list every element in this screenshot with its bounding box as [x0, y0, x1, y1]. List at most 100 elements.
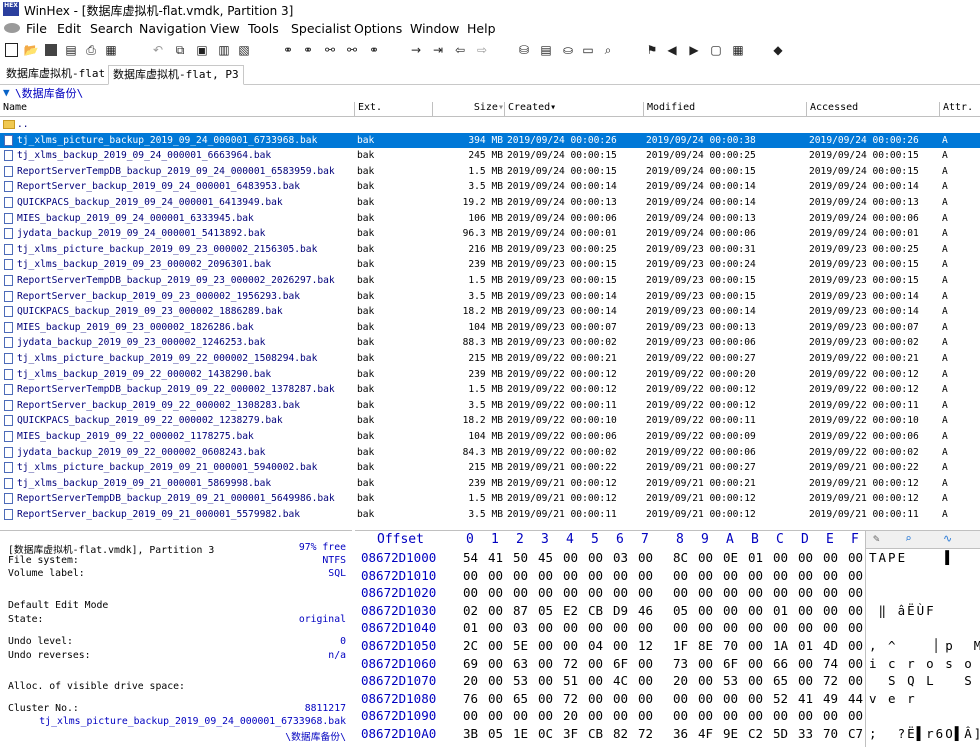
hex-byte[interactable]: 01	[798, 638, 813, 653]
file-row[interactable]: ReportServer_backup_2019_09_22_000002_13…	[0, 398, 980, 414]
search-pane-icon[interactable]: ⌕	[905, 532, 912, 545]
hex-byte[interactable]: 00	[488, 708, 503, 723]
column-name[interactable]: Name	[0, 102, 353, 116]
menu-tools[interactable]: Tools	[248, 21, 279, 36]
bookmark-icon[interactable]: ◆	[770, 42, 786, 58]
hex-byte[interactable]: 00	[748, 620, 763, 635]
menu-options[interactable]: Options	[354, 21, 402, 36]
find-hex-icon[interactable]: ⚭	[300, 42, 316, 58]
file-row[interactable]: tj_xlms_backup_2019_09_21_000001_5869998…	[0, 476, 980, 492]
replace-text-icon[interactable]: ⚯	[322, 42, 338, 58]
hex-byte[interactable]: 1F	[673, 638, 688, 653]
hex-byte[interactable]: 00	[748, 673, 763, 688]
hex-byte[interactable]: C2	[748, 726, 763, 741]
hex-byte[interactable]: 00	[848, 656, 863, 671]
system-menu-icon[interactable]	[4, 23, 20, 33]
hex-byte[interactable]: 4D	[823, 638, 838, 653]
hex-byte[interactable]: 00	[588, 656, 603, 671]
file-row[interactable]: tj_xlms_backup_2019_09_23_000002_2096301…	[0, 257, 980, 273]
goto-offset-icon[interactable]: →	[408, 42, 424, 58]
hex-byte[interactable]: 00	[563, 638, 578, 653]
hex-byte[interactable]: 00	[588, 691, 603, 706]
hex-byte[interactable]: 00	[488, 568, 503, 583]
copy-icon[interactable]: ⧉	[172, 42, 188, 58]
hex-ascii[interactable]: ‖ âËÙF	[869, 603, 936, 618]
hex-byte[interactable]: 00	[823, 568, 838, 583]
hex-byte[interactable]: 46	[638, 603, 653, 618]
tab-disk[interactable]: 数据库虚拟机-flat	[2, 65, 109, 83]
hex-byte[interactable]: 00	[538, 691, 553, 706]
hex-byte[interactable]: 50	[513, 550, 528, 565]
parent-directory-row[interactable]: ..	[0, 117, 980, 133]
hex-ascii[interactable]: i c r o s o f t	[869, 656, 980, 671]
hex-byte[interactable]: 05	[673, 603, 688, 618]
hex-byte[interactable]: 00	[613, 585, 628, 600]
hex-byte[interactable]: 00	[638, 691, 653, 706]
column-created[interactable]: Created▾	[504, 102, 644, 116]
new-file-icon[interactable]	[3, 42, 19, 58]
hex-byte[interactable]: 00	[748, 656, 763, 671]
menu-specialist[interactable]: Specialist	[291, 21, 351, 36]
table-icon[interactable]: ▦	[730, 42, 746, 58]
hex-byte[interactable]: 00	[638, 620, 653, 635]
hex-byte[interactable]: 52	[773, 691, 788, 706]
hex-byte[interactable]: 6F	[723, 656, 738, 671]
column-ext[interactable]: Ext.	[354, 102, 432, 116]
hex-byte[interactable]: 72	[563, 691, 578, 706]
hex-byte[interactable]: 00	[613, 620, 628, 635]
hex-byte[interactable]: 00	[538, 620, 553, 635]
disk-icon[interactable]: ⛀	[560, 42, 576, 58]
hex-byte[interactable]: 45	[538, 550, 553, 565]
hex-byte[interactable]: 00	[563, 568, 578, 583]
hex-byte[interactable]: 00	[613, 638, 628, 653]
menu-view[interactable]: View	[210, 21, 240, 36]
back-icon[interactable]: ⇦	[452, 42, 468, 58]
hex-byte[interactable]: 01	[773, 603, 788, 618]
hex-byte[interactable]: 00	[748, 568, 763, 583]
column-attr[interactable]: Attr.	[939, 102, 980, 116]
hex-byte[interactable]: 00	[488, 656, 503, 671]
hex-byte[interactable]: 00	[563, 585, 578, 600]
hex-byte[interactable]: 00	[673, 620, 688, 635]
file-row[interactable]: ReportServerTempDB_backup_2019_09_22_000…	[0, 382, 980, 398]
tab-partition[interactable]: 数据库虚拟机-flat, P3	[108, 65, 244, 85]
hex-byte[interactable]: 44	[848, 691, 863, 706]
hex-byte[interactable]: 00	[723, 603, 738, 618]
hex-byte[interactable]: 00	[588, 585, 603, 600]
hex-byte[interactable]: 00	[748, 691, 763, 706]
file-row[interactable]: tj_xlms_picture_backup_2019_09_24_000001…	[0, 132, 980, 149]
hex-byte[interactable]: 4C	[613, 673, 628, 688]
hex-byte[interactable]: 36	[673, 726, 688, 741]
hex-byte[interactable]: 00	[848, 620, 863, 635]
hex-byte[interactable]: 00	[848, 585, 863, 600]
open-icon[interactable]: 📂	[23, 42, 39, 58]
hex-byte[interactable]: 87	[513, 603, 528, 618]
hex-byte[interactable]: 00	[538, 585, 553, 600]
hex-byte[interactable]: 70	[823, 726, 838, 741]
hex-ascii[interactable]: S Q L S e r	[869, 673, 980, 688]
hex-byte[interactable]: 65	[773, 673, 788, 688]
hex-row[interactable]: 08672D1060 69 00 63 00 72 00 6F 00 73 00 6F 00 66 00 74…	[355, 656, 980, 674]
hex-byte[interactable]: 00	[823, 603, 838, 618]
column-modified[interactable]: Modified	[643, 102, 807, 116]
hex-byte[interactable]: 51	[563, 673, 578, 688]
hex-row[interactable]: 08672D1030 02 00 87 05 E2 CB D9 46 05 00 00 00 01 00 00…	[355, 603, 980, 621]
hex-byte[interactable]: 00	[723, 708, 738, 723]
hex-byte[interactable]: 00	[798, 708, 813, 723]
hex-byte[interactable]: 00	[698, 603, 713, 618]
hex-row[interactable]: 08672D1070 20 00 53 00 51 00 4C 00 20 00 53 00 65 00 72…	[355, 673, 980, 691]
hex-byte[interactable]: 00	[638, 585, 653, 600]
hex-byte[interactable]: 5E	[513, 638, 528, 653]
hex-byte[interactable]: 00	[748, 708, 763, 723]
hex-byte[interactable]: 00	[588, 550, 603, 565]
hex-byte[interactable]: 00	[588, 568, 603, 583]
forward-icon[interactable]: ⇨	[474, 42, 490, 58]
file-row[interactable]: tj_xlms_picture_backup_2019_09_21_000001…	[0, 460, 980, 476]
hex-byte[interactable]: 00	[538, 673, 553, 688]
file-row[interactable]: tj_xlms_picture_backup_2019_09_22_000002…	[0, 351, 980, 367]
file-row[interactable]: QUICKPACS_backup_2019_09_23_000002_18862…	[0, 304, 980, 320]
hex-byte[interactable]: 00	[773, 568, 788, 583]
hex-byte[interactable]: 00	[748, 585, 763, 600]
hex-byte[interactable]: 00	[488, 585, 503, 600]
hex-byte[interactable]: 00	[613, 708, 628, 723]
